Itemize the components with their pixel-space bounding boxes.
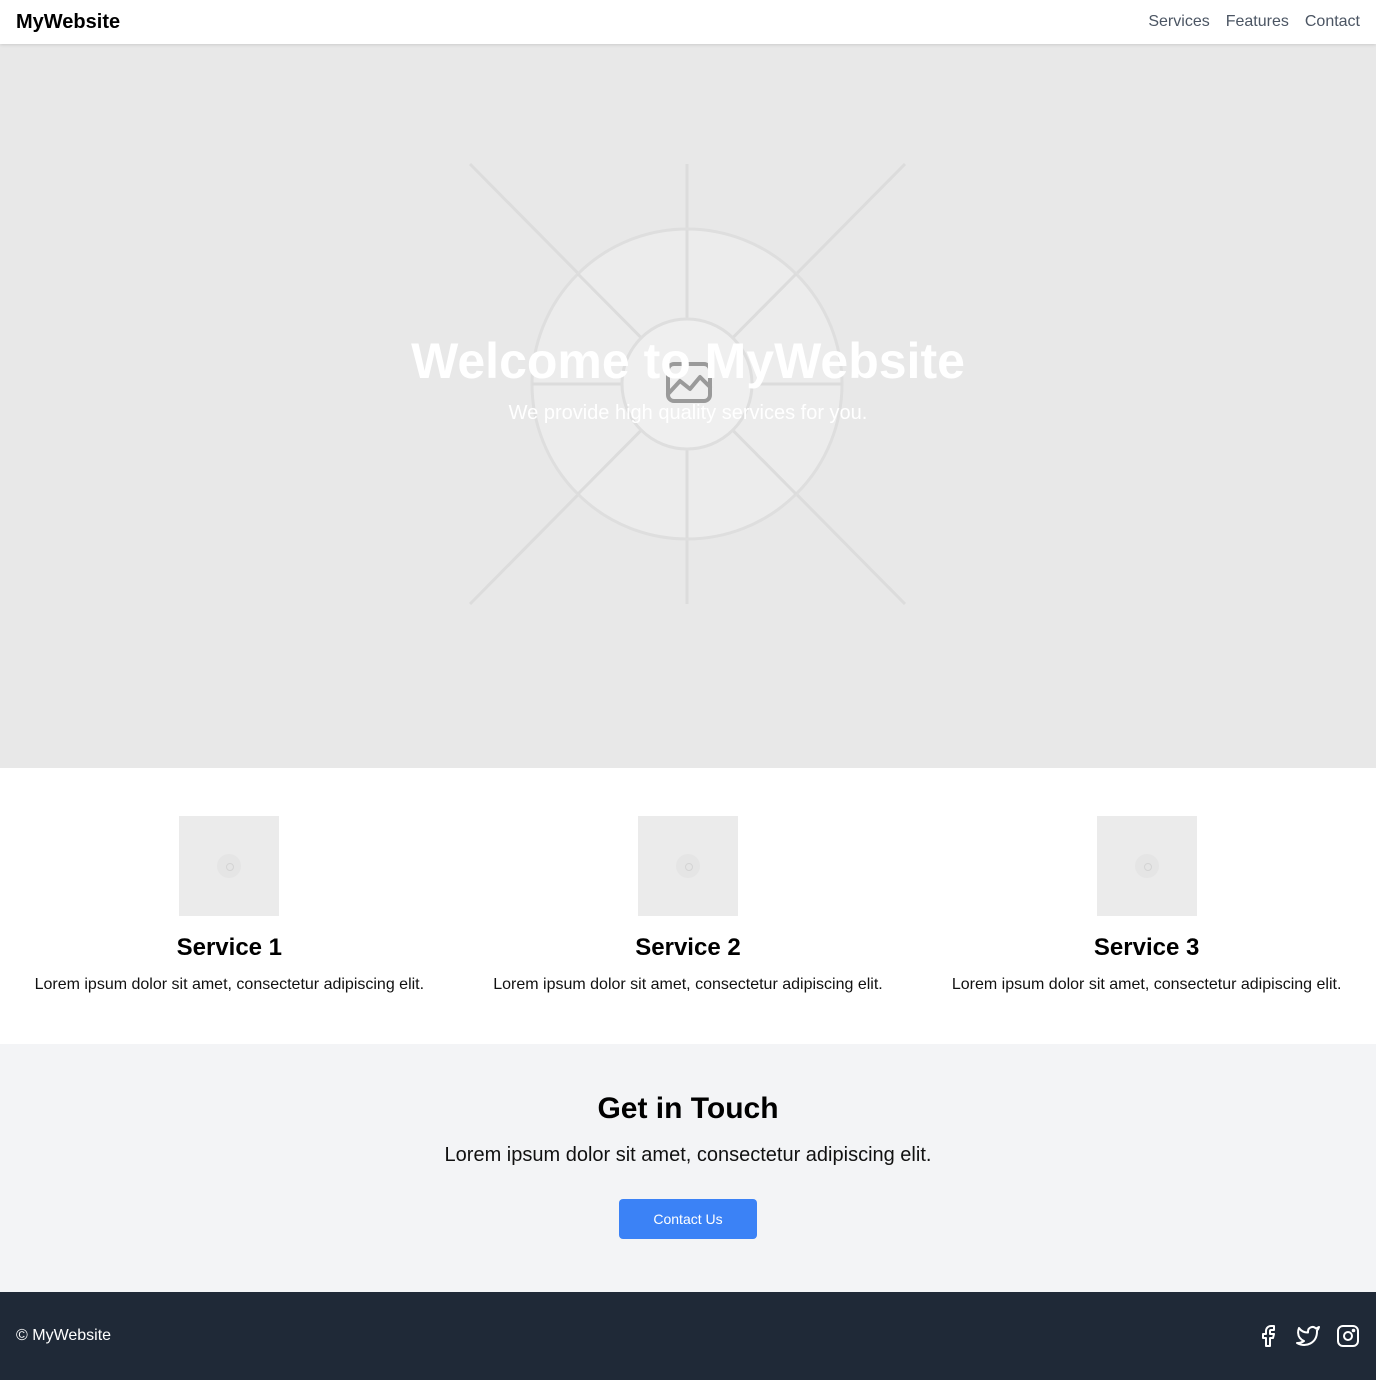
copyright-text: © MyWebsite — [16, 1327, 112, 1344]
hero-text: Welcome to MyWebsite We provide high qua… — [0, 330, 1376, 425]
nav-link-features[interactable]: Features — [1226, 13, 1289, 31]
nav-links: Services Features Contact — [1148, 13, 1360, 31]
service-title: Service 2 — [635, 934, 741, 961]
hero-section: Welcome to MyWebsite We provide high qua… — [0, 44, 1376, 768]
contact-section: Get in Touch Lorem ipsum dolor sit amet,… — [0, 1044, 1376, 1292]
service-description: Lorem ipsum dolor sit amet, consectetur … — [34, 976, 425, 993]
nav-link-contact[interactable]: Contact — [1305, 13, 1360, 31]
nav-link-services[interactable]: Services — [1148, 13, 1209, 31]
navbar: MyWebsite Services Features Contact — [0, 0, 1376, 44]
contact-title: Get in Touch — [597, 1092, 779, 1125]
services-section: Service 1 Lorem ipsum dolor sit amet, co… — [0, 768, 1376, 1044]
service-image-placeholder — [1096, 816, 1197, 916]
service-card: Service 3 Lorem ipsum dolor sit amet, co… — [917, 768, 1376, 1044]
service-card: Service 2 Lorem ipsum dolor sit amet, co… — [459, 768, 918, 1044]
facebook-icon[interactable] — [1256, 1324, 1280, 1348]
service-title: Service 1 — [176, 934, 283, 961]
footer: © MyWebsite — [0, 1292, 1376, 1380]
hero-title: Welcome to MyWebsite — [411, 333, 965, 389]
service-description: Lorem ipsum dolor sit amet, consectetur … — [951, 976, 1342, 993]
service-card: Service 1 Lorem ipsum dolor sit amet, co… — [0, 768, 459, 1044]
service-image-placeholder — [179, 816, 280, 916]
service-image-placeholder — [637, 816, 738, 916]
service-description: Lorem ipsum dolor sit amet, consectetur … — [493, 976, 883, 993]
twitter-icon[interactable] — [1296, 1324, 1320, 1348]
hero-subtitle: We provide high quality services for you… — [508, 402, 868, 424]
social-links — [1256, 1324, 1360, 1348]
site-logo[interactable]: MyWebsite — [16, 11, 120, 34]
contact-us-button[interactable]: Contact Us — [619, 1199, 757, 1239]
instagram-icon[interactable] — [1336, 1324, 1360, 1348]
contact-description: Lorem ipsum dolor sit amet, consectetur … — [444, 1144, 932, 1166]
service-title: Service 3 — [1093, 934, 1200, 961]
